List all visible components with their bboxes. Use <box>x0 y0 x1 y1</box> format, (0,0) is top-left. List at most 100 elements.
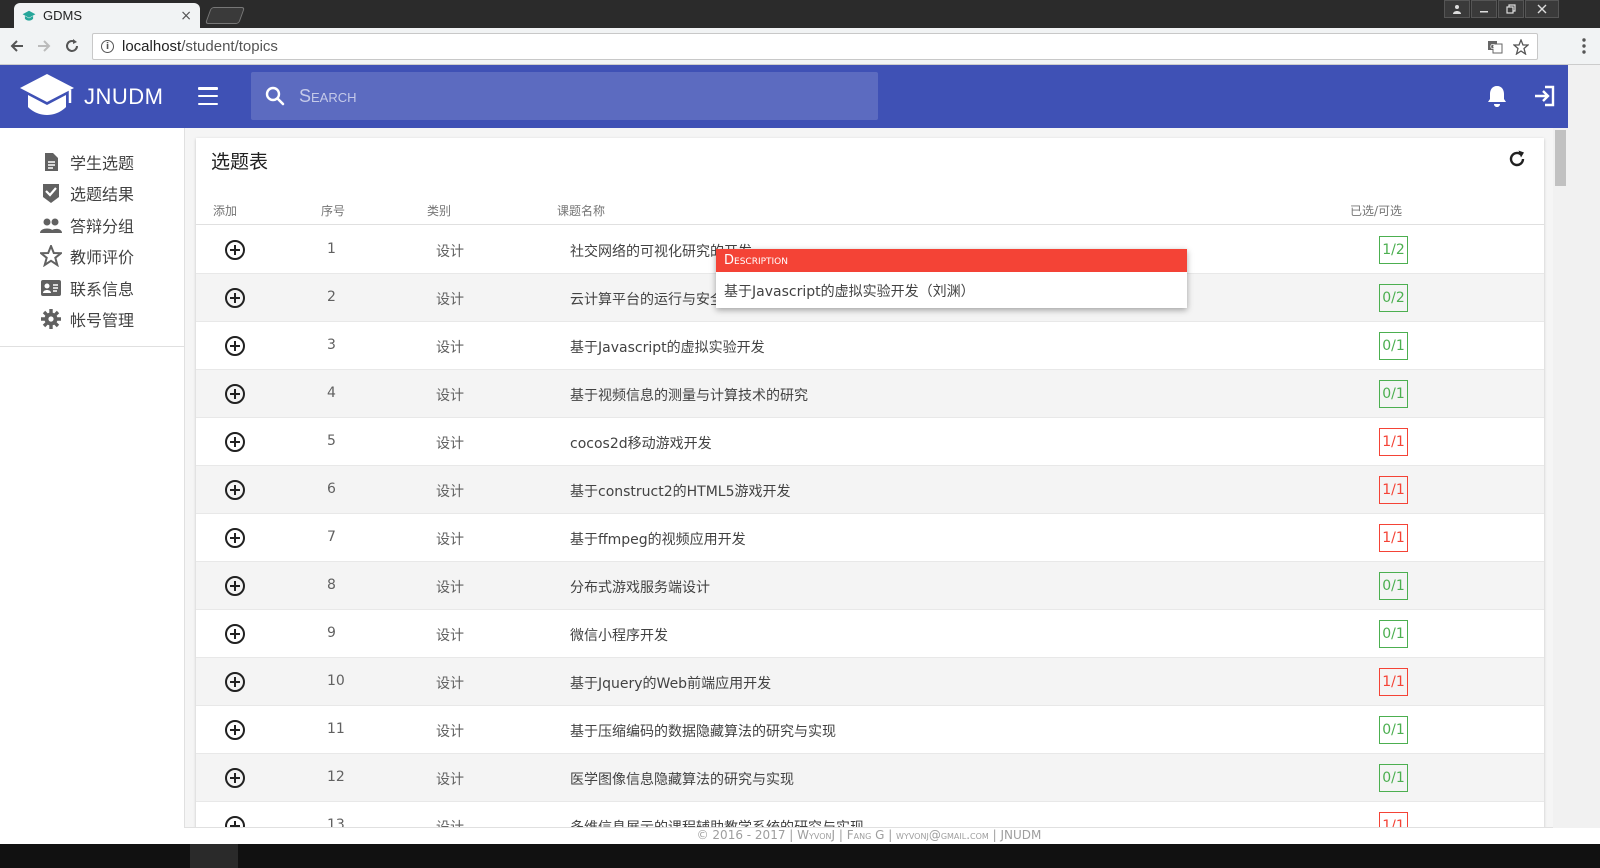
add-circle-icon[interactable] <box>224 527 246 549</box>
add-circle-icon[interactable] <box>224 671 246 693</box>
column-header-quota: 已选/可选 <box>1350 204 1403 218</box>
row-topic-name[interactable]: 医学图像信息隐藏算法的研究与实现 <box>570 769 794 789</box>
footer-text: © 2016 - 2017 | WyvonJ | Fang G | wyvonj… <box>696 828 1042 842</box>
row-number: 1 <box>327 241 336 257</box>
row-type: 设计 <box>436 532 464 548</box>
reload-icon[interactable] <box>62 36 82 56</box>
sidebar-item-defense-group[interactable]: 答辩分组 <box>0 209 184 241</box>
add-circle-icon[interactable] <box>224 431 246 453</box>
table-row: 5 设计 cocos2d移动游戏开发 1/1 <box>196 418 1544 466</box>
row-number: 12 <box>327 769 345 785</box>
add-circle-icon[interactable] <box>224 383 246 405</box>
window-close-icon[interactable] <box>1525 0 1559 18</box>
row-number: 5 <box>327 433 336 449</box>
sidebar-item-label: 选题结果 <box>70 185 135 205</box>
hamburger-menu-icon[interactable] <box>198 87 218 105</box>
row-topic-name[interactable]: 基于Jquery的Web前端应用开发 <box>570 673 771 693</box>
quota-badge: 0/1 <box>1379 716 1408 744</box>
url-text: localhost/student/topics <box>122 38 1477 55</box>
site-info-icon[interactable]: i <box>101 40 114 53</box>
sidebar: 学生选题 选题结果 答辩分组 教师评价 联系信息 帐号管理 <box>0 128 185 828</box>
add-circle-icon[interactable] <box>224 575 246 597</box>
browser-tab[interactable]: GDMS × <box>14 3 200 28</box>
row-topic-name[interactable]: 基于construct2的HTML5游戏开发 <box>570 481 791 501</box>
quota-badge: 1/1 <box>1379 476 1408 504</box>
sidebar-item-contact-info[interactable]: 联系信息 <box>0 272 184 304</box>
quota-badge: 0/1 <box>1379 764 1408 792</box>
row-type: 设计 <box>436 676 464 692</box>
group-icon <box>40 218 62 233</box>
browser-menu-icon[interactable] <box>1582 38 1586 54</box>
new-tab-button[interactable] <box>204 7 246 24</box>
taskbar-button[interactable] <box>190 844 238 868</box>
profile-icon[interactable] <box>1444 0 1470 18</box>
row-number: 11 <box>327 721 345 737</box>
bookmark-star-icon[interactable] <box>1513 38 1529 55</box>
sidebar-item-teacher-evaluation[interactable]: 教师评价 <box>0 241 184 273</box>
table-row: 11 设计 基于压缩编码的数据隐藏算法的研究与实现 0/1 <box>196 706 1544 754</box>
table-row: 6 设计 基于construct2的HTML5游戏开发 1/1 <box>196 466 1544 514</box>
row-type: 设计 <box>436 724 464 740</box>
url-host: localhost <box>122 38 182 55</box>
search-input[interactable] <box>299 85 839 107</box>
restore-icon[interactable] <box>1498 0 1524 18</box>
url-path: /student/topics <box>181 38 278 55</box>
column-header-add: 添加 <box>213 204 238 218</box>
forward-arrow-icon[interactable] <box>34 36 54 56</box>
row-topic-name[interactable]: 分布式游戏服务端设计 <box>570 577 710 597</box>
table-row: 8 设计 分布式游戏服务端设计 0/1 <box>196 562 1544 610</box>
row-type: 设计 <box>436 628 464 644</box>
address-bar[interactable]: i localhost/student/topics G <box>92 33 1538 60</box>
sidebar-item-label: 学生选题 <box>70 153 135 173</box>
quota-badge: 0/1 <box>1379 572 1408 600</box>
row-type: 设计 <box>436 580 464 596</box>
row-type: 设计 <box>436 388 464 404</box>
logout-icon[interactable] <box>1532 84 1556 108</box>
back-arrow-icon[interactable] <box>7 36 27 56</box>
row-topic-name[interactable]: 基于ffmpeg的视频应用开发 <box>570 529 746 549</box>
svg-text:G: G <box>1490 43 1495 51</box>
column-header-number: 序号 <box>321 204 346 218</box>
translate-icon[interactable]: G <box>1487 39 1503 55</box>
row-topic-name[interactable]: 基于Javascript的虚拟实验开发 <box>570 337 765 357</box>
search-bar[interactable] <box>251 72 878 120</box>
quota-badge: 0/1 <box>1379 380 1408 408</box>
footer: © 2016 - 2017 | WyvonJ | Fang G | wyvonj… <box>185 827 1553 844</box>
row-type: 设计 <box>436 340 464 356</box>
page-scrollbar[interactable] <box>1568 65 1600 828</box>
graduation-cap-icon <box>22 10 36 21</box>
column-header-type: 类别 <box>427 204 452 218</box>
add-circle-icon[interactable] <box>224 479 246 501</box>
brand-name[interactable]: JNUDM <box>84 84 164 110</box>
refresh-icon[interactable] <box>1506 148 1528 170</box>
row-topic-name[interactable]: 微信小程序开发 <box>570 625 668 645</box>
add-circle-icon[interactable] <box>224 239 246 261</box>
sidebar-item-account-management[interactable]: 帐号管理 <box>0 304 184 336</box>
add-circle-icon[interactable] <box>224 335 246 357</box>
sidebar-item-selection-result[interactable]: 选题结果 <box>0 178 184 210</box>
table-row: 7 设计 基于ffmpeg的视频应用开发 1/1 <box>196 514 1544 562</box>
row-topic-name[interactable]: 云计算平台的运行与安全 <box>570 289 724 309</box>
add-circle-icon[interactable] <box>224 623 246 645</box>
app-header: JNUDM <box>0 65 1568 128</box>
tab-close-icon[interactable]: × <box>180 8 192 24</box>
row-topic-name[interactable]: 基于压缩编码的数据隐藏算法的研究与实现 <box>570 721 836 741</box>
table-body: 1 设计 社交网络的可视化研究的开发 1/2 2 设计 云计算平台的运行与安全 0/2 3 设计基… <box>196 226 1544 838</box>
row-topic-name[interactable]: 基于视频信息的测量与计算技术的研究 <box>570 385 808 405</box>
add-circle-icon[interactable] <box>224 719 246 741</box>
topics-card: 选题表 添加 序号 类别 课题名称 已选/可选 1 设计 社交网络的可视化研究的开发… <box>196 138 1544 838</box>
row-topic-name[interactable]: cocos2d移动游戏开发 <box>570 433 712 453</box>
contact-card-icon <box>41 279 61 296</box>
page-title: 选题表 <box>211 151 269 173</box>
add-circle-icon[interactable] <box>224 287 246 309</box>
graduation-cap-logo-icon[interactable] <box>18 72 78 120</box>
tab-title: GDMS <box>43 8 82 23</box>
row-number: 6 <box>327 481 336 497</box>
sidebar-item-topic-selection[interactable]: 学生选题 <box>0 146 184 178</box>
add-circle-icon[interactable] <box>224 767 246 789</box>
card-scrollbar[interactable] <box>1553 128 1568 828</box>
notification-bell-icon[interactable] <box>1486 84 1508 108</box>
minimize-icon[interactable] <box>1471 0 1497 18</box>
quota-badge: 0/1 <box>1379 332 1408 360</box>
scrollbar-thumb[interactable] <box>1555 130 1566 186</box>
